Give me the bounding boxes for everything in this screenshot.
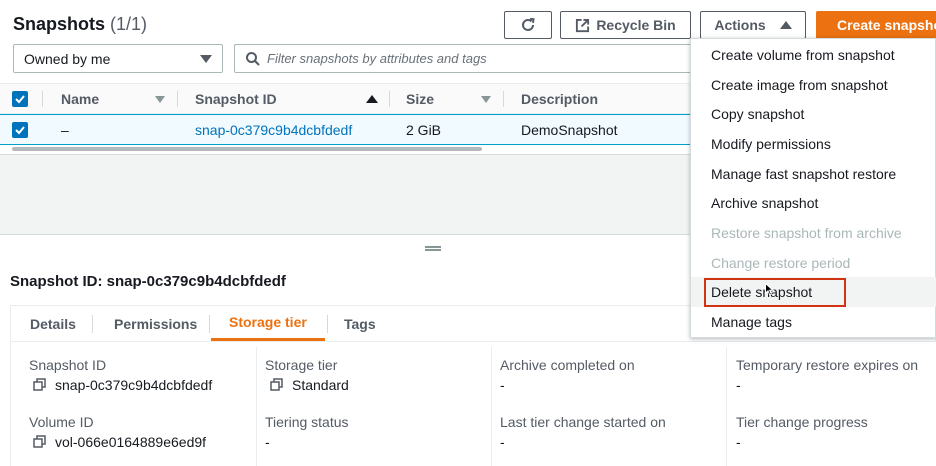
tab-divider bbox=[209, 315, 210, 333]
mouse-cursor-icon bbox=[765, 283, 774, 296]
storage-tier-details: Snapshot ID snap-0c379c9b4dcbfdedf Stora… bbox=[10, 342, 936, 466]
menu-item-restore-from-archive: Restore snapshot from archive bbox=[711, 225, 902, 241]
tab-tags[interactable]: Tags bbox=[344, 306, 376, 341]
create-snapshot-label: Create snapshot bbox=[837, 17, 936, 33]
recycle-bin-button[interactable]: Recycle Bin bbox=[560, 11, 691, 39]
search-icon bbox=[246, 52, 260, 66]
temp-restore-label: Temporary restore expires on bbox=[736, 357, 919, 373]
tab-permissions[interactable]: Permissions bbox=[114, 306, 197, 341]
copy-icon[interactable] bbox=[33, 435, 47, 449]
volume-id-label: Volume ID bbox=[29, 414, 94, 430]
volume-id-value[interactable]: vol-066e0164889e6ed9f bbox=[33, 434, 206, 450]
actions-button[interactable]: Actions bbox=[700, 11, 806, 39]
copy-icon[interactable] bbox=[270, 378, 284, 392]
create-snapshot-button[interactable]: Create snapshot bbox=[816, 11, 936, 39]
row-name: – bbox=[61, 121, 69, 138]
sort-icon[interactable] bbox=[155, 96, 165, 103]
external-link-icon bbox=[576, 18, 590, 32]
storage-tier-value: Standard bbox=[270, 377, 349, 393]
copy-icon[interactable] bbox=[33, 378, 47, 392]
menu-item-create-image[interactable]: Create image from snapshot bbox=[691, 70, 936, 100]
actions-label: Actions bbox=[714, 17, 766, 33]
tier-progress-label: Tier change progress bbox=[736, 414, 868, 430]
caret-down-icon bbox=[200, 55, 212, 63]
snapshot-id-label: Snapshot ID bbox=[29, 357, 107, 373]
column-divider bbox=[256, 347, 257, 466]
recycle-bin-label: Recycle Bin bbox=[596, 17, 676, 33]
tab-divider bbox=[327, 315, 328, 333]
column-header-name[interactable]: Name bbox=[61, 84, 99, 113]
column-divider bbox=[389, 91, 390, 107]
row-size: 2 GiB bbox=[406, 121, 442, 138]
page-title: Snapshots (1/1) bbox=[13, 14, 147, 35]
column-divider bbox=[503, 91, 504, 107]
drag-handle-icon[interactable] bbox=[425, 246, 441, 251]
delete-snapshot-highlight-box bbox=[704, 278, 846, 307]
archive-completed-label: Archive completed on bbox=[500, 357, 635, 373]
horizontal-scrollbar[interactable] bbox=[12, 147, 482, 151]
row-checkbox[interactable] bbox=[12, 122, 28, 138]
menu-item-archive-snapshot[interactable]: Archive snapshot bbox=[691, 188, 936, 218]
filter-search-box[interactable] bbox=[234, 44, 704, 73]
owner-filter-select[interactable]: Owned by me bbox=[13, 44, 223, 73]
sort-icon[interactable] bbox=[481, 96, 491, 103]
title-text: Snapshots bbox=[13, 14, 106, 34]
refresh-button[interactable] bbox=[504, 11, 552, 39]
sort-ascending-icon[interactable] bbox=[366, 95, 378, 103]
refresh-icon bbox=[522, 18, 535, 31]
archive-completed-value: - bbox=[500, 377, 505, 393]
owner-filter-value: Owned by me bbox=[24, 50, 111, 67]
column-header-snapshot-id[interactable]: Snapshot ID bbox=[195, 84, 277, 113]
storage-tier-label: Storage tier bbox=[265, 357, 338, 373]
snapshot-id-text: snap-0c379c9b4dcbfdedf bbox=[55, 377, 213, 393]
details-title: Snapshot ID: snap-0c379c9b4dcbfdedf bbox=[10, 273, 286, 290]
temp-restore-value: - bbox=[736, 377, 741, 393]
menu-item-fast-snapshot-restore[interactable]: Manage fast snapshot restore bbox=[691, 159, 936, 189]
filter-search-input[interactable] bbox=[267, 51, 703, 66]
column-divider bbox=[42, 91, 43, 107]
snapshot-id-value[interactable]: snap-0c379c9b4dcbfdedf bbox=[33, 377, 212, 393]
column-header-description[interactable]: Description bbox=[521, 84, 598, 113]
tiering-status-value: - bbox=[265, 434, 270, 450]
tier-progress-value: - bbox=[736, 434, 741, 450]
select-all-checkbox[interactable] bbox=[12, 91, 28, 107]
tiering-status-label: Tiering status bbox=[265, 414, 349, 430]
caret-up-icon bbox=[779, 21, 792, 29]
menu-item-manage-tags[interactable]: Manage tags bbox=[691, 307, 936, 337]
row-snapshot-id-link[interactable]: snap-0c379c9b4dcbfdedf bbox=[195, 115, 352, 144]
tab-storage-tier[interactable]: Storage tier bbox=[211, 306, 325, 341]
column-divider bbox=[726, 347, 727, 466]
menu-item-change-restore-period: Change restore period bbox=[711, 255, 851, 271]
selection-count: (1/1) bbox=[110, 14, 148, 34]
menu-item-modify-permissions[interactable]: Modify permissions bbox=[691, 129, 936, 159]
last-tier-change-value: - bbox=[500, 434, 505, 450]
last-tier-change-label: Last tier change started on bbox=[500, 414, 666, 430]
volume-id-text: vol-066e0164889e6ed9f bbox=[55, 434, 207, 450]
storage-tier-text: Standard bbox=[292, 377, 349, 393]
column-divider bbox=[177, 91, 178, 107]
checkmark-icon bbox=[15, 126, 25, 135]
menu-item-copy-snapshot[interactable]: Copy snapshot bbox=[691, 99, 936, 129]
checkmark-icon bbox=[15, 95, 25, 104]
tab-divider bbox=[92, 315, 93, 333]
column-header-size[interactable]: Size bbox=[406, 84, 434, 113]
menu-item-create-volume[interactable]: Create volume from snapshot bbox=[691, 40, 936, 70]
tab-details[interactable]: Details bbox=[30, 306, 76, 341]
row-description: DemoSnapshot bbox=[521, 121, 618, 138]
column-divider bbox=[491, 347, 492, 466]
